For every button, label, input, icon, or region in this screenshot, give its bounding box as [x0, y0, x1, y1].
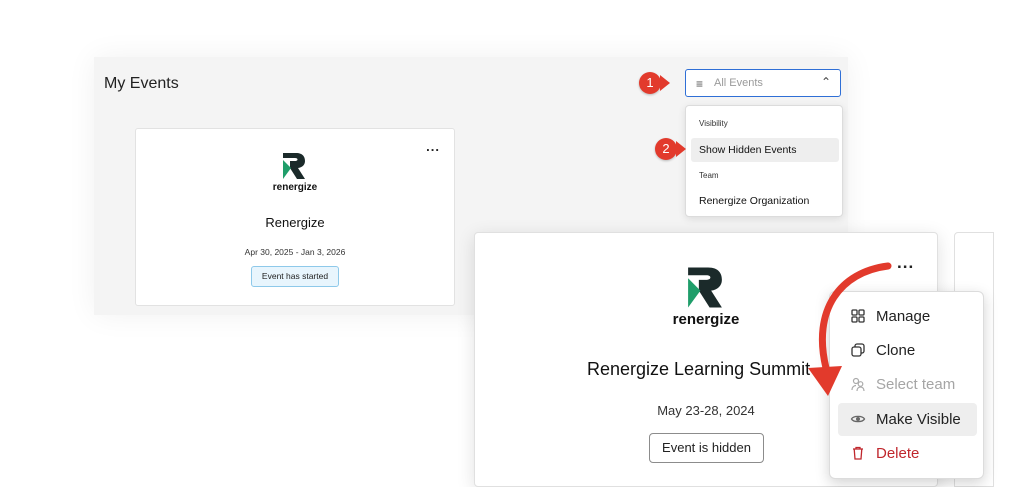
step-2-pointer — [676, 141, 686, 157]
menu-label: Manage — [876, 308, 931, 325]
menu-item-manage[interactable]: Manage — [838, 300, 977, 333]
event-title: Renergize — [265, 215, 325, 230]
menu-label: Delete — [876, 445, 920, 462]
menu-item-clone[interactable]: Clone — [838, 334, 977, 367]
filter-dropdown: Visibility Show Hidden Events Team Rener… — [685, 105, 843, 217]
copy-icon — [851, 343, 865, 357]
status-badge: Event has started — [251, 266, 339, 287]
page-title: My Events — [104, 75, 179, 92]
event-title: Renergize Learning Summit — [587, 359, 811, 379]
status-badge: Event is hidden — [649, 433, 764, 463]
step-2-badge: 2 — [655, 138, 677, 160]
menu-item-select-team: Select team — [838, 368, 977, 401]
step-1-pointer — [660, 75, 670, 91]
more-options-icon[interactable]: ... — [897, 253, 914, 273]
dropdown-item-show-hidden[interactable]: Show Hidden Events — [691, 138, 839, 162]
events-filter-select[interactable]: ≡ All Events ⌃ — [685, 69, 841, 97]
event-context-menu: Manage Clone Select team Make Visible De… — [829, 291, 984, 479]
menu-label: Select team — [876, 376, 956, 393]
filter-value: All Events — [714, 77, 763, 89]
event-dates: Apr 30, 2025 - Jan 3, 2026 — [244, 247, 346, 257]
grid-icon — [851, 309, 865, 323]
logo-wordmark: renergize — [272, 182, 318, 193]
renergize-logo-icon — [283, 153, 305, 179]
filter-lines-icon: ≡ — [696, 77, 704, 91]
dropdown-section-visibility: Visibility — [699, 119, 728, 128]
step-1-badge: 1 — [639, 72, 661, 94]
menu-label: Make Visible — [876, 411, 961, 428]
renergize-logo-icon — [688, 267, 722, 308]
eye-icon — [850, 415, 866, 423]
trash-icon — [853, 446, 863, 460]
dropdown-section-team: Team — [699, 171, 719, 180]
menu-label: Clone — [876, 342, 916, 359]
chevron-up-icon: ⌃ — [820, 75, 831, 89]
event-card-renergize[interactable]: ... renergize Renergize Apr 30, 2025 - J… — [135, 128, 455, 306]
team-icon — [851, 377, 865, 392]
menu-item-make-visible[interactable]: Make Visible — [838, 403, 977, 436]
menu-item-delete[interactable]: Delete — [838, 437, 977, 470]
dropdown-item-team-org[interactable]: Renergize Organization — [691, 189, 839, 213]
more-options-icon[interactable]: ... — [426, 139, 440, 154]
